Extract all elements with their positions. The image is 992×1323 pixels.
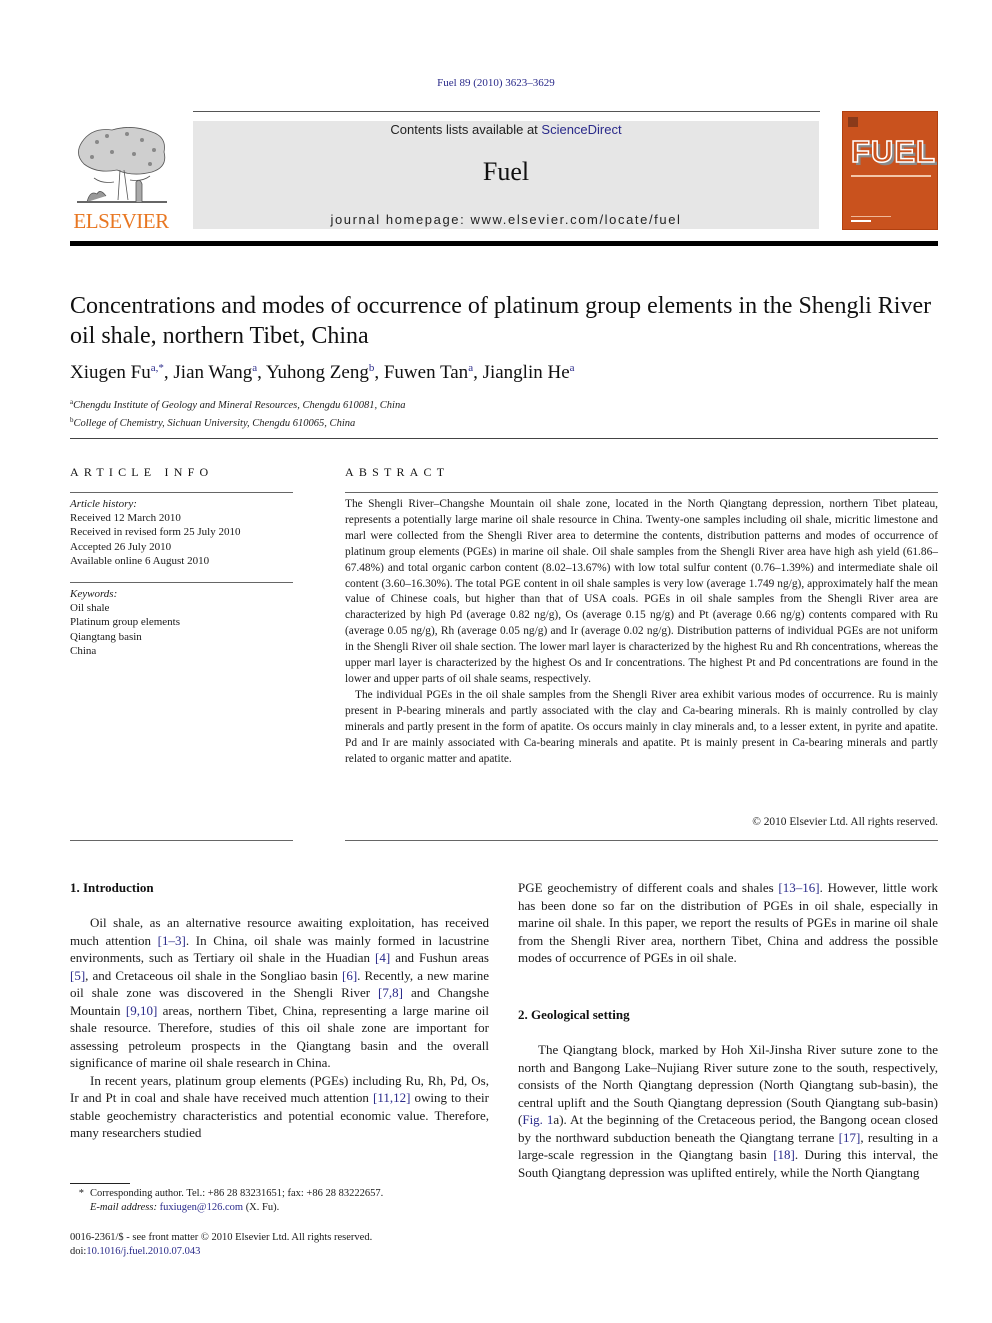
- body-column-right-bottom: The Qiangtang block, marked by Hoh Xil-J…: [518, 1041, 938, 1181]
- reference-link[interactable]: [7,8]: [378, 985, 403, 1000]
- author-separator: ,: [163, 362, 174, 383]
- article-info-heading: ARTICLE INFO: [70, 465, 214, 479]
- keywords-label: Keywords:: [70, 588, 118, 600]
- cover-footer-logo: [851, 220, 871, 222]
- article-info-rule: [70, 492, 293, 493]
- reference-link[interactable]: [18]: [773, 1147, 795, 1162]
- reference-link[interactable]: [17]: [839, 1130, 861, 1145]
- email-link[interactable]: fuxiugen@126.com: [160, 1202, 243, 1213]
- reference-link[interactable]: [9,10]: [126, 1003, 157, 1018]
- affiliation: bCollege of Chemistry, Sichuan Universit…: [70, 413, 940, 431]
- keyword-item: China: [70, 644, 97, 657]
- keywords-rule: [70, 582, 293, 583]
- abstract-heading: ABSTRACT: [345, 465, 450, 479]
- body-paragraph: The Qiangtang block, marked by Hoh Xil-J…: [518, 1041, 938, 1181]
- author-name[interactable]: Jian Wang: [173, 362, 252, 383]
- body-paragraph: In recent years, platinum group elements…: [70, 1072, 489, 1142]
- author-name[interactable]: Xiugen Fu: [70, 362, 151, 383]
- affiliation: aChengdu Institute of Geology and Minera…: [70, 395, 940, 413]
- abstract-body: The Shengli River–Changshe Mountain oil …: [345, 497, 938, 767]
- journal-citation[interactable]: Fuel 89 (2010) 3623–3629: [0, 77, 992, 89]
- cover-publisher-icon: [848, 117, 858, 127]
- issn-line: 0016-2361/$ - see front matter © 2010 El…: [70, 1232, 373, 1243]
- journal-homepage-link[interactable]: journal homepage: www.elsevier.com/locat…: [193, 212, 819, 227]
- keywords: Keywords: Oil shale Platinum group eleme…: [70, 587, 295, 658]
- email-suffix: (X. Fu).: [243, 1202, 280, 1213]
- header-thick-rule: [70, 241, 938, 246]
- affiliation-text: Chengdu Institute of Geology and Mineral…: [73, 400, 406, 411]
- author-name[interactable]: Yuhong Zeng: [266, 362, 369, 383]
- body-text: and Fushun areas: [390, 950, 489, 965]
- body-paragraph: PGE geochemistry of different coals and …: [518, 879, 938, 967]
- author-separator: ,: [473, 362, 483, 383]
- section-heading-geological-setting: 2. Geological setting: [518, 1007, 630, 1022]
- affiliation-text: College of Chemistry, Sichuan University…: [73, 418, 356, 429]
- abstract-bottom-rule: [345, 840, 938, 841]
- body-paragraph: Oil shale, as an alternative resource aw…: [70, 914, 489, 1072]
- keyword-item: Qiangtang basin: [70, 630, 142, 643]
- body-column-left: Oil shale, as an alternative resource aw…: [70, 914, 489, 1142]
- reference-link[interactable]: [4]: [375, 950, 390, 965]
- front-matter: 0016-2361/$ - see front matter © 2010 El…: [70, 1231, 490, 1259]
- article-history: Article history: Received 12 March 2010 …: [70, 497, 295, 568]
- footnote-rule: [70, 1183, 130, 1184]
- reference-link[interactable]: [11,12]: [373, 1090, 410, 1105]
- cover-title: FUEL: [850, 133, 936, 170]
- article-title: Concentrations and modes of occurrence o…: [70, 293, 932, 349]
- footnote-star: *: [78, 1188, 84, 1199]
- history-item: Received in revised form 25 July 2010: [70, 526, 241, 539]
- history-item: Available online 6 August 2010: [70, 554, 210, 567]
- affiliations: aChengdu Institute of Geology and Minera…: [70, 395, 940, 431]
- history-item: Accepted 26 July 2010: [70, 540, 172, 553]
- abstract-rule: [345, 492, 938, 493]
- reference-link[interactable]: [13–16]: [778, 880, 819, 895]
- author-affiliation-marker[interactable]: a,*: [151, 362, 164, 374]
- elsevier-logo[interactable]: ELSEVIER: [70, 118, 172, 236]
- cover-footer-line: [851, 216, 891, 217]
- body-text: , and Cretaceous oil shale in the Songli…: [85, 967, 342, 983]
- cover-subtitle-line: [851, 175, 931, 177]
- abstract-copyright: © 2010 Elsevier Ltd. All rights reserved…: [752, 816, 938, 828]
- author-name[interactable]: Fuwen Tan: [384, 362, 468, 383]
- author-separator: ,: [257, 362, 266, 383]
- corresponding-author-text: Corresponding author. Tel.: +86 28 83231…: [90, 1188, 384, 1199]
- author-name[interactable]: Jianglin He: [483, 362, 570, 383]
- contents-prefix: Contents lists available at: [390, 122, 542, 137]
- section-heading-introduction: 1. Introduction: [70, 880, 154, 895]
- keyword-item: Oil shale: [70, 602, 110, 615]
- abstract-paragraph: The individual PGEs in the oil shale sam…: [345, 688, 938, 765]
- article-info-bottom-rule: [70, 840, 293, 841]
- author-list: Xiugen Fua,*, Jian Wanga, Yuhong Zengb, …: [70, 362, 940, 384]
- body-column-right-top: PGE geochemistry of different coals and …: [518, 879, 938, 967]
- journal-name: Fuel: [482, 157, 530, 186]
- corresponding-author-footnote: * Corresponding author. Tel.: +86 28 8323…: [70, 1187, 490, 1215]
- doi-label: doi:: [70, 1246, 87, 1257]
- history-item: Received 12 March 2010: [70, 512, 181, 525]
- sciencedirect-link[interactable]: ScienceDirect: [541, 122, 621, 137]
- section-divider: [70, 438, 938, 439]
- reference-link[interactable]: Fig. 1: [522, 1112, 553, 1127]
- journal-cover-image[interactable]: FUEL: [842, 111, 938, 230]
- reference-link[interactable]: [5]: [70, 968, 85, 983]
- author-affiliation-marker[interactable]: a: [570, 362, 575, 374]
- email-label: E-mail address:: [90, 1202, 157, 1213]
- abstract-paragraph: The Shengli River–Changshe Mountain oil …: [345, 498, 938, 685]
- elsevier-wordmark: ELSEVIER: [73, 209, 169, 233]
- article-history-label: Article history:: [70, 498, 137, 510]
- reference-link[interactable]: [1–3]: [158, 933, 186, 948]
- doi-link[interactable]: 10.1016/j.fuel.2010.07.043: [86, 1246, 200, 1257]
- author-separator: ,: [374, 362, 384, 383]
- body-text: PGE geochemistry of different coals and …: [518, 880, 779, 895]
- contents-line: Contents lists available at ScienceDirec…: [193, 122, 819, 137]
- header-top-rule: [193, 111, 820, 112]
- elsevier-tree-icon: [72, 122, 170, 208]
- journal-masthead: Contents lists available at ScienceDirec…: [193, 121, 819, 229]
- reference-link[interactable]: [6]: [342, 968, 357, 983]
- keyword-item: Platinum group elements: [70, 616, 180, 629]
